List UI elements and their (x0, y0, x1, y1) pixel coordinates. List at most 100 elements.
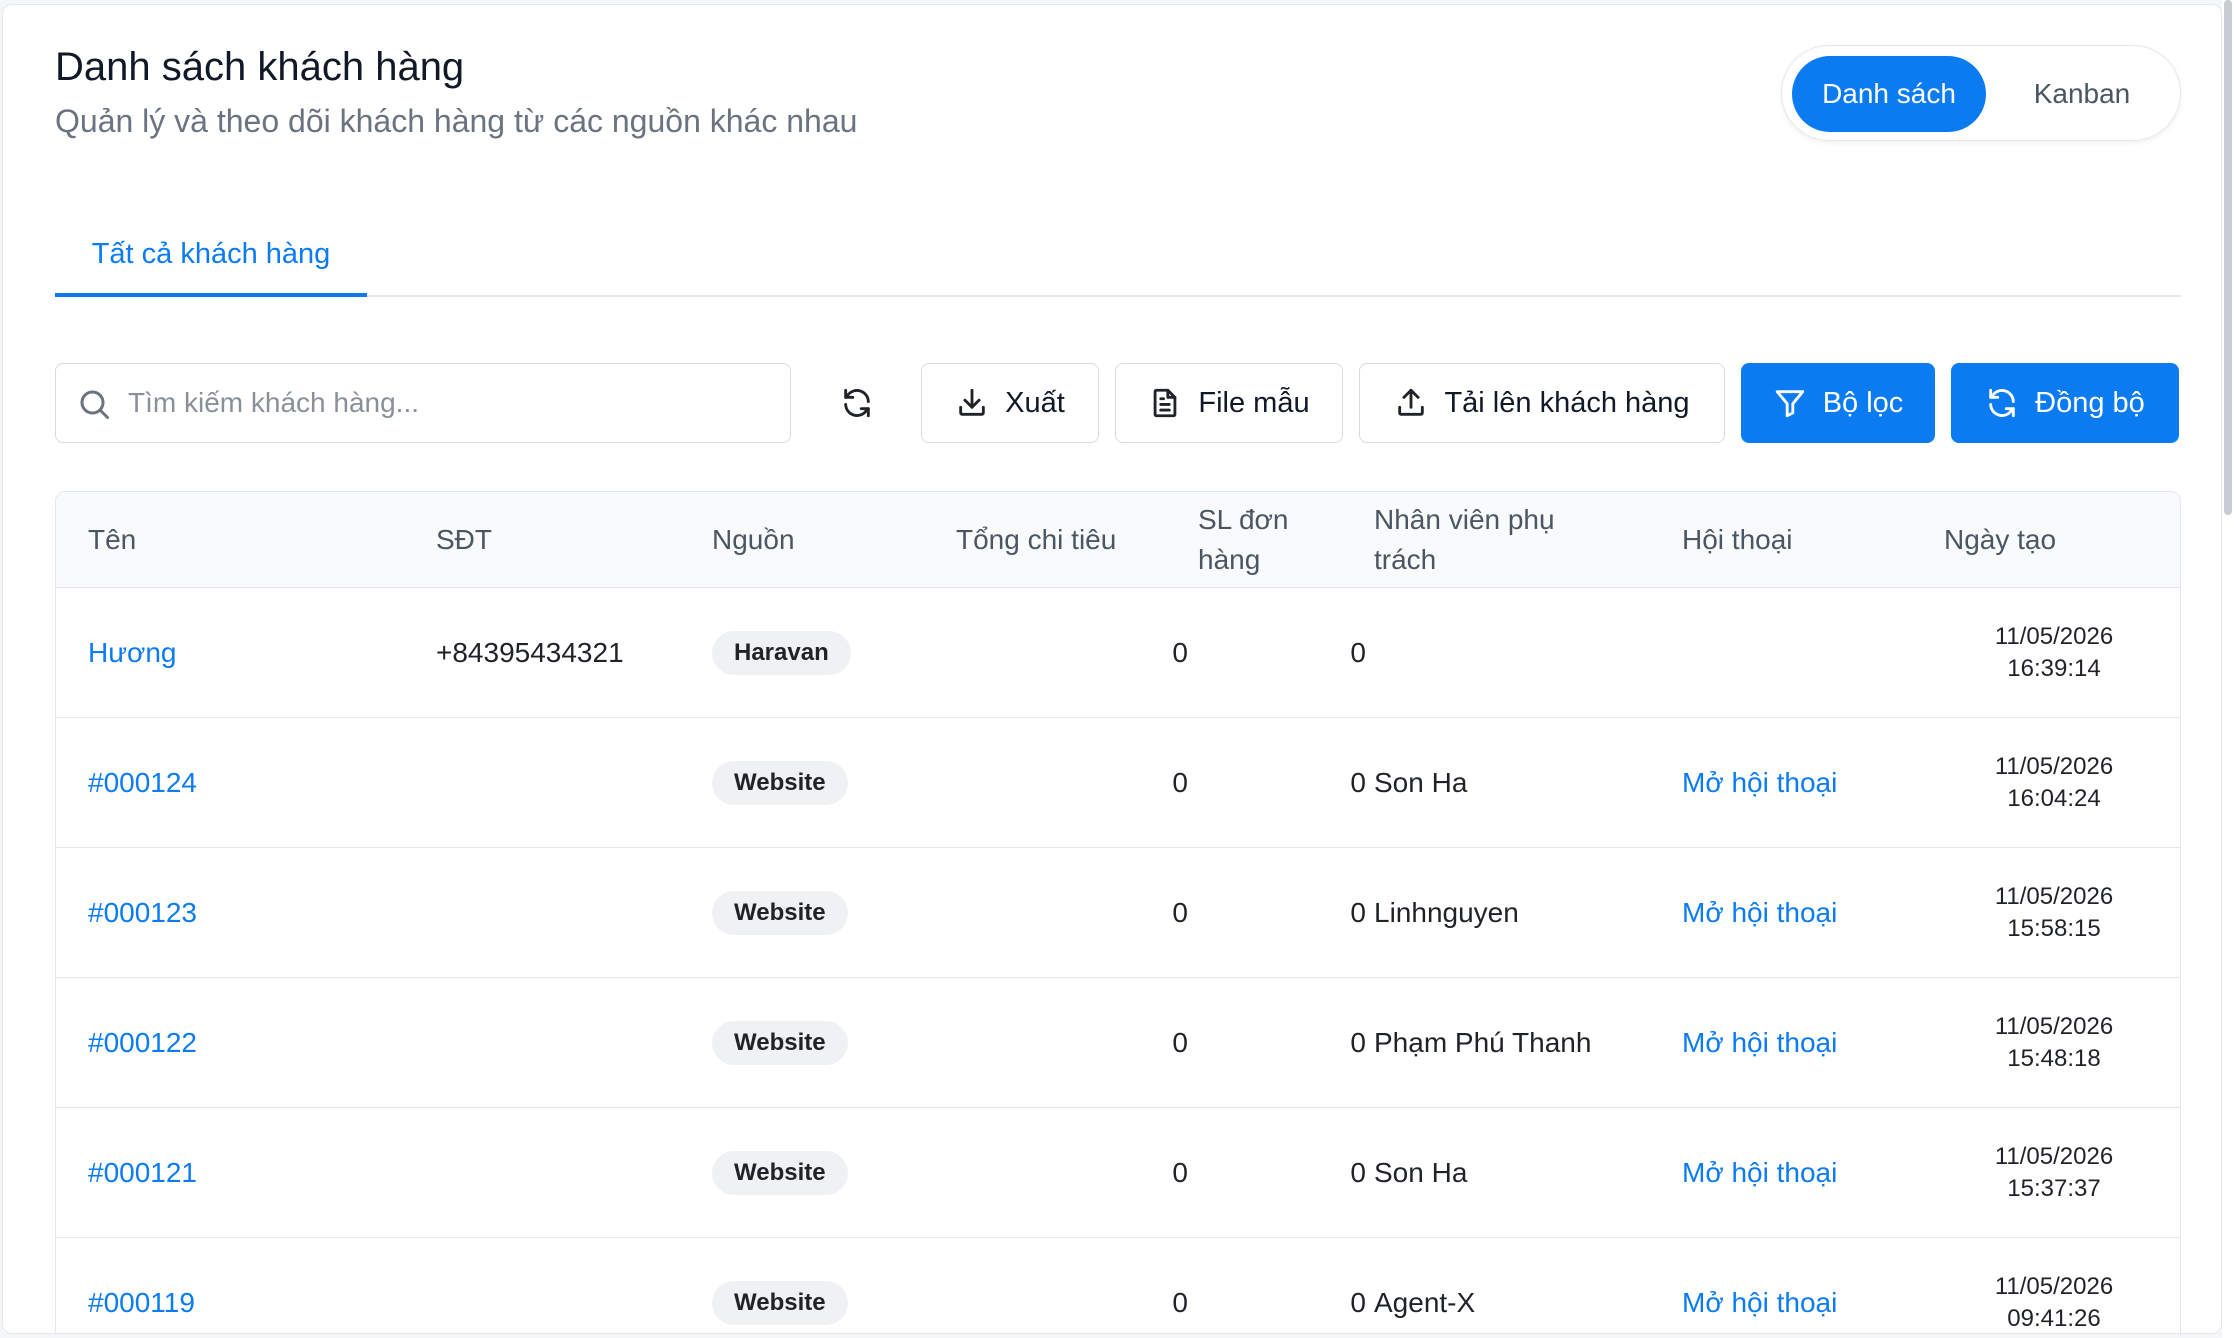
cell-total-spend: 0 (1172, 897, 1188, 928)
cell-created: 11/05/2026 16:39:14 (1944, 588, 2164, 718)
table-row[interactable]: #000121 Website 0 0 Son Ha Mở hội thoại 11/05/… (56, 1108, 2180, 1238)
page: Danh sách khách hàng Quản lý và theo dõi… (0, 0, 2234, 1338)
table-header: Tên SĐT Nguồn Tổng chi tiêu SL đơn hàng … (56, 492, 2180, 588)
filter-button[interactable]: Bộ lọc (1741, 363, 1935, 443)
source-badge: Website (712, 1281, 848, 1325)
cell-staff: Phạm Phú Thanh (1374, 1027, 1592, 1058)
upload-customers-label: Tải lên khách hàng (1444, 386, 1690, 419)
created-time: 15:37:37 (2007, 1175, 2101, 1202)
view-toggle: Danh sách Kanban (1781, 45, 2181, 141)
table-row[interactable]: #000119 Website 0 0 Agent-X Mở hội thoại 11/05… (56, 1238, 2180, 1333)
created-date: 11/05/2026 (1994, 753, 2114, 780)
source-badge: Website (712, 1021, 848, 1065)
tab-all-customers[interactable]: Tất cả khách hàng (55, 215, 367, 297)
cell-total-spend: 0 (1172, 637, 1188, 668)
created-time: 16:04:24 (2007, 785, 2101, 812)
tab-bar: Tất cả khách hàng (55, 215, 2181, 297)
customer-name-link[interactable]: Hương (88, 637, 176, 669)
page-scrollbar[interactable] (2222, 0, 2234, 1338)
template-file-label: File mẫu (1198, 386, 1310, 419)
column-header-conversation[interactable]: Hội thoại (1682, 492, 1902, 588)
sync-label: Đồng bộ (2035, 386, 2145, 419)
source-badge: Website (712, 891, 848, 935)
download-icon (959, 388, 985, 416)
cell-source: Haravan (712, 588, 932, 718)
file-icon (1154, 388, 1177, 418)
cell-created: 11/05/2026 15:58:15 (1944, 848, 2164, 978)
customer-name-link[interactable]: #000123 (88, 897, 197, 929)
refresh-button[interactable] (815, 375, 899, 431)
cell-order-count: 0 (1350, 637, 1366, 668)
table-row[interactable]: #000123 Website 0 0 Linhnguyen Mở hội thoại 11… (56, 848, 2180, 978)
cell-name: #000119 (88, 1238, 408, 1333)
cell-phone (436, 848, 686, 978)
cell-source: Website (712, 718, 932, 848)
cell-order-count: 0 (1350, 897, 1366, 928)
open-conversation-link[interactable]: Mở hội thoại (1682, 897, 1837, 929)
customer-name-link[interactable]: #000122 (88, 1027, 197, 1059)
cell-phone (436, 1238, 686, 1333)
open-conversation-link[interactable]: Mở hội thoại (1682, 1027, 1837, 1059)
column-header-staff[interactable]: Nhân viên phụ trách (1374, 492, 1594, 588)
cell-source: Website (712, 1108, 932, 1238)
source-badge: Haravan (712, 631, 851, 675)
created-time: 09:41:26 (2007, 1305, 2101, 1332)
export-button[interactable]: Xuất (921, 363, 1099, 443)
column-header-created[interactable]: Ngày tạo (1944, 492, 2164, 588)
template-file-button[interactable]: File mẫu (1115, 363, 1343, 443)
column-header-name[interactable]: Tên (88, 492, 408, 588)
open-conversation-link[interactable]: Mở hội thoại (1682, 1287, 1837, 1319)
cell-total-spend: 0 (1172, 767, 1188, 798)
cell-source: Website (712, 1238, 932, 1333)
created-date: 11/05/2026 (1994, 1013, 2114, 1040)
search-input[interactable] (128, 364, 768, 442)
cell-phone (436, 1108, 686, 1238)
cell-staff: Linhnguyen (1374, 897, 1519, 928)
created-date: 11/05/2026 (1994, 883, 2114, 910)
scrollbar-thumb[interactable] (2224, 0, 2232, 515)
created-date: 11/05/2026 (1994, 1143, 2114, 1170)
cell-conversation: Mở hội thoại (1682, 848, 1922, 978)
column-header-source[interactable]: Nguồn (712, 492, 932, 588)
column-header-total-spend[interactable]: Tổng chi tiêu (956, 492, 1188, 588)
upload-customers-button[interactable]: Tải lên khách hàng (1359, 363, 1725, 443)
cell-order-count: 0 (1350, 767, 1366, 798)
open-conversation-link[interactable]: Mở hội thoại (1682, 767, 1837, 799)
created-time: 15:58:15 (2007, 915, 2101, 942)
cell-order-count: 0 (1350, 1157, 1366, 1188)
cell-created: 11/05/2026 09:41:26 (1944, 1238, 2164, 1333)
filter-label: Bộ lọc (1822, 386, 1904, 419)
view-list-button[interactable]: Danh sách (1792, 56, 1986, 132)
customers-table: Tên SĐT Nguồn Tổng chi tiêu SL đơn hàng … (55, 491, 2181, 1333)
open-conversation-link[interactable]: Mở hội thoại (1682, 1157, 1837, 1189)
customer-name-link[interactable]: #000124 (88, 767, 197, 799)
view-kanban-button[interactable]: Kanban (1992, 56, 2172, 132)
cell-created: 11/05/2026 15:48:18 (1944, 978, 2164, 1108)
created-time: 16:39:14 (2007, 655, 2101, 682)
table-row[interactable]: #000122 Website 0 0 Phạm Phú Thanh Mở hội tho… (56, 978, 2180, 1108)
table-row[interactable]: Hương +84395434321 Haravan 0 0 11/05/2026 16:3… (56, 588, 2180, 718)
sync-button[interactable]: Đồng bộ (1951, 363, 2179, 443)
cell-conversation (1682, 588, 1922, 718)
cell-name: Hương (88, 588, 408, 718)
column-header-order-count[interactable]: SL đơn hàng (1198, 492, 1328, 588)
customer-name-link[interactable]: #000121 (88, 1157, 197, 1189)
refresh-icon (844, 388, 870, 418)
page-subtitle: Quản lý và theo dõi khách hàng từ các ng… (55, 103, 858, 139)
source-badge: Website (712, 1151, 848, 1195)
customer-name-link[interactable]: #000119 (88, 1287, 195, 1319)
column-header-phone[interactable]: SĐT (436, 492, 686, 588)
cell-created: 11/05/2026 15:37:37 (1944, 1108, 2164, 1238)
cell-staff (1374, 588, 1664, 718)
cell-total-spend: 0 (1172, 1027, 1188, 1058)
cell-created: 11/05/2026 16:04:24 (1944, 718, 2164, 848)
search-icon (80, 390, 109, 419)
created-time: 15:48:18 (2007, 1045, 2101, 1072)
cell-name: #000123 (88, 848, 408, 978)
table-row[interactable]: #000124 Website 0 0 Son Ha Mở hội thoại 11/05/… (56, 718, 2180, 848)
cell-phone (436, 978, 686, 1108)
search-box (55, 363, 791, 443)
cell-conversation: Mở hội thoại (1682, 978, 1922, 1108)
cell-conversation: Mở hội thoại (1682, 718, 1922, 848)
cell-order-count: 0 (1350, 1287, 1366, 1318)
